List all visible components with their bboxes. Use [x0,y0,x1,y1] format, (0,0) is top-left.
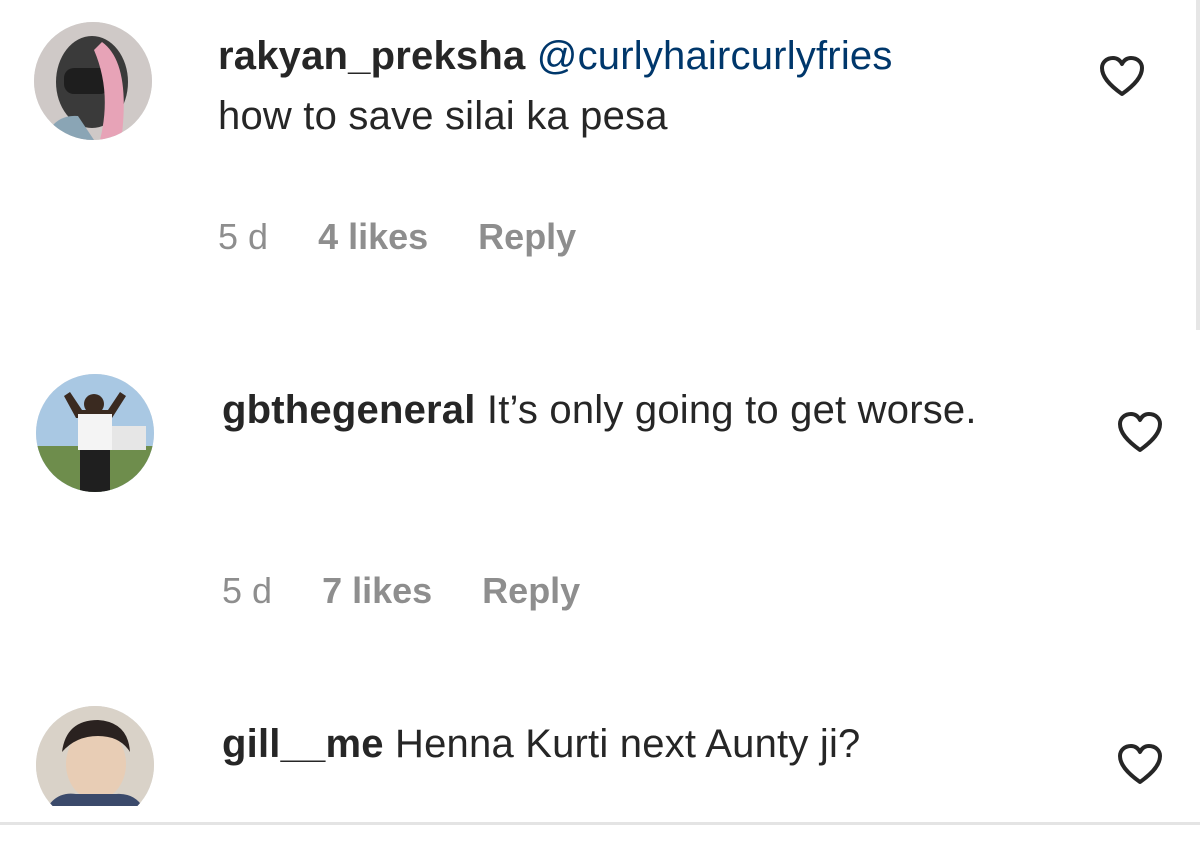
comment-username[interactable]: rakyan_preksha [218,34,525,78]
bottom-fade [0,806,1200,822]
comment-meta: 5 d 7 likes Reply [222,570,620,612]
avatar-image [34,22,152,140]
comment-likes[interactable]: 4 likes [318,216,428,257]
heart-outline-icon[interactable] [1116,742,1164,786]
comment-item: gbthegeneral It’s only going to get wors… [0,360,1200,660]
reply-button[interactable]: Reply [478,216,576,257]
comment-time[interactable]: 5 d [222,570,272,611]
avatar-image [36,374,154,492]
comment-likes[interactable]: 7 likes [322,570,432,611]
avatar[interactable] [34,22,152,140]
comment-username[interactable]: gbthegeneral [222,388,476,432]
comment-item: rakyan_preksha @curlyhaircurlyfries how … [0,0,1200,330]
comment-text: gbthegeneral It’s only going to get wors… [222,380,1082,440]
comment-body: Henna Kurti next Aunty ji? [395,722,861,766]
comment-meta: 5 d 4 likes Reply [218,216,616,258]
comment-time[interactable]: 5 d [218,216,268,257]
comment-username[interactable]: gill__me [222,722,384,766]
comment-text: gill__me Henna Kurti next Aunty ji? [222,714,1082,774]
heart-outline-icon[interactable] [1116,410,1164,454]
comment-body: It’s only going to get worse. [486,388,977,432]
comment-item: gill__me Henna Kurti next Aunty ji? [0,700,1200,824]
comment-mention-link[interactable]: @curlyhaircurlyfries [537,34,893,78]
reply-button[interactable]: Reply [482,570,580,611]
avatar[interactable] [36,374,154,492]
bottom-divider [0,822,1200,825]
panel-edge-divider [1196,0,1200,330]
heart-outline-icon[interactable] [1098,54,1146,98]
comment-text: rakyan_preksha @curlyhaircurlyfries how … [218,26,1078,146]
comment-body: how to save silai ka pesa [218,94,668,138]
